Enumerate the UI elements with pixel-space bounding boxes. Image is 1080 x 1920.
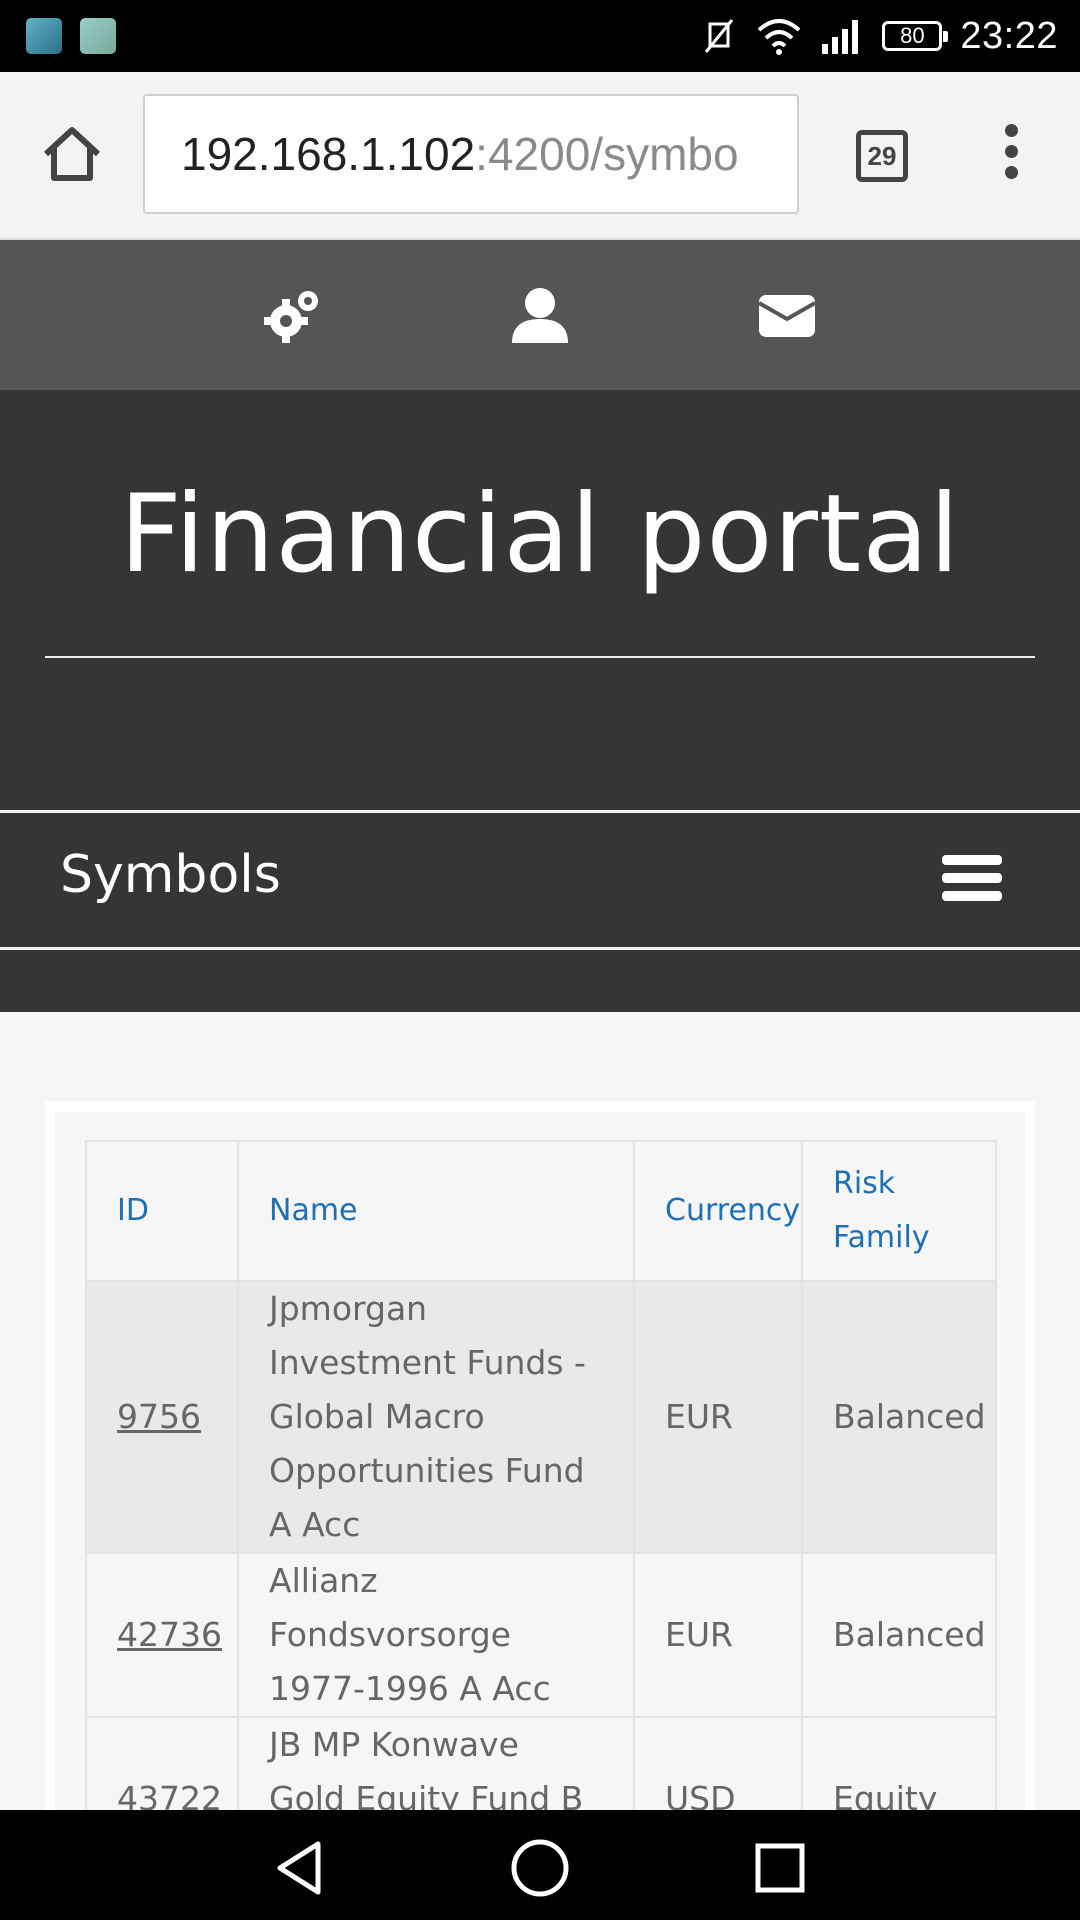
notification-icons — [26, 18, 116, 54]
back-button[interactable] — [270, 1838, 330, 1898]
menu-dot-icon — [1004, 166, 1018, 179]
status-bar: 80 23:22 — [0, 0, 1080, 72]
cell-id: 43722 — [85, 1716, 239, 1822]
home-icon — [43, 127, 101, 181]
play-store-icon — [80, 18, 116, 54]
section-header: Symbols — [0, 810, 1080, 950]
cell-currency: EUR — [633, 1552, 803, 1718]
page-title: Financial portal — [119, 472, 961, 597]
battery-icon: 80 — [882, 21, 949, 51]
column-header-name[interactable]: Name — [237, 1140, 635, 1282]
section-footer-strip — [0, 950, 1080, 1012]
browser-menu-button[interactable] — [995, 124, 1027, 188]
recents-button[interactable] — [750, 1838, 810, 1898]
mute-icon — [700, 16, 738, 56]
cell-name: Allianz Fondsvorsorge 1977-1996 A Acc — [237, 1552, 635, 1718]
system-icons: 80 23:22 — [700, 12, 1058, 60]
symbols-table: ID Name Currency Risk Family 9756 Jpmorg… — [85, 1140, 997, 1822]
table-row: 9756 Jpmorgan Investment Funds - Global … — [85, 1280, 997, 1554]
signal-icon — [820, 16, 864, 56]
envelope-icon[interactable] — [755, 285, 819, 345]
hamburger-menu-icon[interactable] — [942, 855, 1002, 905]
menu-dot-icon — [1004, 145, 1018, 158]
column-header-risk-family[interactable]: Risk Family — [801, 1140, 997, 1282]
clock: 23:22 — [960, 14, 1058, 57]
tab-switcher-button[interactable]: 29 — [856, 130, 908, 182]
home-circle-icon — [511, 1839, 569, 1897]
url-path: :4200/symbo — [475, 128, 739, 180]
cell-id: 42736 — [85, 1552, 239, 1718]
settings-gears-icon[interactable] — [262, 285, 326, 345]
symbol-id-link[interactable]: 42736 — [117, 1615, 222, 1654]
cell-id: 9756 — [85, 1280, 239, 1554]
back-triangle-icon — [277, 1841, 321, 1895]
cell-risk-family: Balanced — [801, 1280, 997, 1554]
cell-name: Jpmorgan Investment Funds - Global Macro… — [237, 1280, 635, 1554]
cell-risk-family: Equity — [801, 1716, 997, 1822]
section-title: Symbols — [60, 845, 281, 905]
browser-toolbar: 192.168.1.102:4200/symbo 29 — [0, 72, 1080, 240]
wifi-icon — [756, 16, 802, 56]
home-nav-button[interactable] — [510, 1838, 570, 1898]
user-icon[interactable] — [508, 285, 572, 345]
symbol-id-link[interactable]: 9756 — [117, 1397, 201, 1436]
gallery-app-icon — [26, 18, 62, 54]
top-icon-nav — [0, 240, 1080, 390]
cell-currency: EUR — [633, 1280, 803, 1554]
menu-dot-icon — [1004, 124, 1018, 137]
column-header-currency[interactable]: Currency — [633, 1140, 803, 1282]
cell-currency: USD — [633, 1716, 803, 1822]
hero-divider — [45, 656, 1035, 658]
symbols-panel: ID Name Currency Risk Family 9756 Jpmorg… — [45, 1102, 1035, 1822]
table-header-row: ID Name Currency Risk Family — [85, 1140, 997, 1282]
column-header-id[interactable]: ID — [85, 1140, 239, 1282]
cell-name: JB MP Konwave Gold Equity Fund B Acc — [237, 1716, 635, 1822]
recents-square-icon — [755, 1843, 805, 1893]
home-button[interactable] — [40, 122, 104, 186]
table-row: 42736 Allianz Fondsvorsorge 1977-1996 A … — [85, 1552, 997, 1718]
url-host: 192.168.1.102 — [181, 128, 476, 180]
hero-banner: Financial portal — [0, 390, 1080, 810]
cell-risk-family: Balanced — [801, 1552, 997, 1718]
table-row: 43722 JB MP Konwave Gold Equity Fund B A… — [85, 1716, 997, 1822]
address-bar[interactable]: 192.168.1.102:4200/symbo — [143, 94, 799, 214]
system-navigation-bar — [0, 1810, 1080, 1920]
